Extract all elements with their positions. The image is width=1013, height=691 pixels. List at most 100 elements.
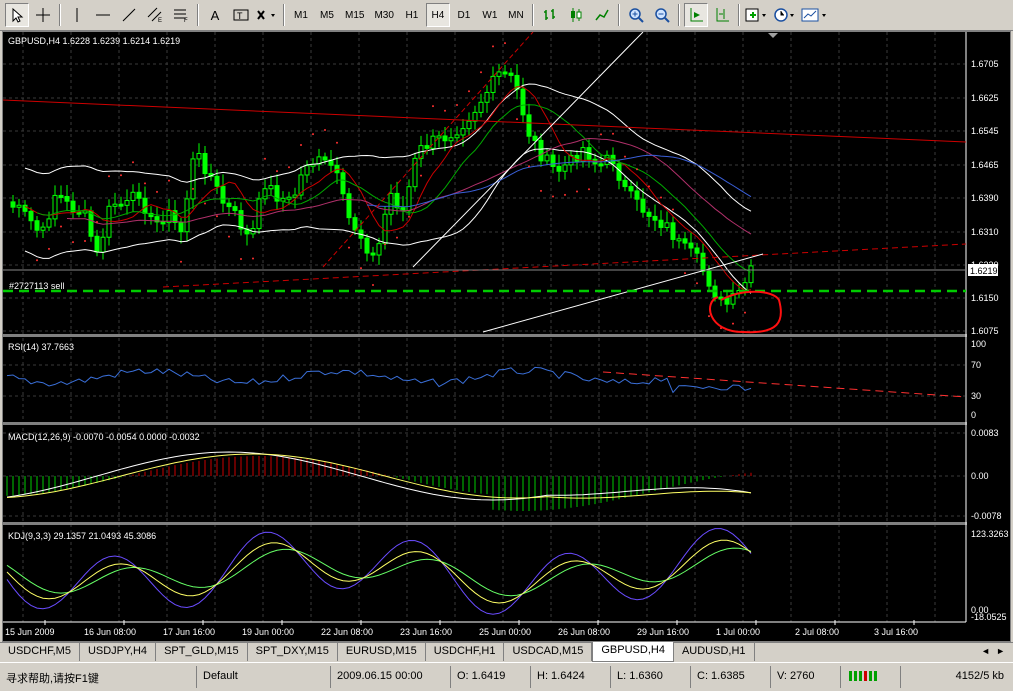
candle-body — [436, 135, 442, 139]
indicators-dropdown-button[interactable] — [744, 3, 770, 27]
candle-body — [406, 186, 412, 212]
macd-tick-label: -0.0078 — [971, 511, 1002, 521]
fibonacci-icon: F — [174, 9, 188, 23]
cursor-arrow-icon — [12, 7, 24, 23]
timeframe-mn-button[interactable]: MN — [504, 3, 528, 27]
toolbar-separator — [617, 4, 620, 26]
chart-tab[interactable]: USDJPY,H4 — [80, 643, 157, 661]
status-high: H: 1.6424 — [530, 666, 610, 688]
auto-scroll-icon — [690, 8, 703, 22]
connection-bars-icon — [849, 671, 877, 681]
status-profile: Default — [196, 666, 330, 688]
chart-window[interactable]: 1.6705 1.6625 1.6545 1.6465 1.6390 1.6310 1.62… — [2, 31, 1011, 642]
panel-separator[interactable] — [3, 422, 1010, 425]
sar-dot — [360, 267, 362, 270]
arrows-dropdown-button[interactable] — [255, 3, 279, 27]
cursor-tool-button[interactable] — [5, 3, 29, 27]
tab-scroll-left-icon[interactable]: ◄ — [981, 646, 990, 656]
status-datetime: 2009.06.15 00:00 — [330, 666, 450, 688]
chart-tab[interactable]: GBPUSD,H4 — [592, 642, 674, 662]
candle-body — [706, 270, 712, 287]
periods-dropdown-button[interactable] — [772, 3, 798, 27]
candle-body — [34, 220, 40, 231]
sar-dot — [612, 132, 614, 135]
sar-dot — [312, 133, 314, 136]
candle-body — [118, 203, 124, 207]
time-tick-label: 1 Jul 00:00 — [716, 627, 760, 637]
candle-body — [478, 101, 484, 113]
candle-body — [340, 172, 346, 195]
chart-tab[interactable]: SPT_GLD,M15 — [156, 643, 248, 661]
zoom-in-button[interactable] — [624, 3, 648, 27]
auto-scroll-button[interactable] — [683, 3, 708, 27]
trendline-button[interactable] — [117, 3, 141, 27]
timeframe-m1-button[interactable]: M1 — [289, 3, 313, 27]
sar-dot — [564, 193, 566, 196]
tab-scroll-right-icon[interactable]: ► — [996, 646, 1005, 656]
time-tick-label: 17 Jun 16:00 — [163, 627, 215, 637]
text-tool-button[interactable]: A — [203, 3, 227, 27]
sar-dot — [36, 259, 38, 262]
price-tick-label: 1.6705 — [971, 59, 999, 69]
candlestick-icon — [570, 8, 582, 22]
sar-dot — [648, 185, 650, 188]
timeframe-h4-button[interactable]: H4 — [425, 3, 450, 27]
connection-status[interactable] — [840, 666, 900, 688]
candle-body — [694, 247, 700, 254]
candle-body — [106, 205, 112, 238]
vertical-line-icon — [76, 8, 78, 22]
chart-shift-button[interactable] — [710, 3, 734, 27]
chart-tab[interactable]: USDCHF,H1 — [426, 643, 505, 661]
text-label-button[interactable]: T — [229, 3, 253, 27]
candle-body — [646, 211, 652, 217]
timeframe-m5-button[interactable]: M5 — [315, 3, 339, 27]
kdj-tick-label: 123.3263 — [971, 529, 1009, 539]
candle-body — [238, 210, 244, 230]
candle-body — [598, 163, 604, 167]
sar-dot — [456, 103, 458, 106]
sar-dot — [444, 109, 446, 112]
line-chart-button[interactable] — [590, 3, 614, 27]
zoom-in-icon — [629, 8, 644, 23]
horizontal-line-button[interactable] — [91, 3, 115, 27]
timeframe-m30-button[interactable]: M30 — [370, 3, 397, 27]
panel-separator[interactable] — [3, 334, 1010, 337]
status-traffic: 4152/5 kb — [900, 666, 1010, 688]
candle-body — [442, 135, 448, 142]
crosshair-tool-button[interactable] — [31, 3, 55, 27]
chart-tab[interactable]: EURUSD,M15 — [338, 643, 426, 661]
candle-body — [58, 194, 64, 198]
sar-dot — [228, 235, 230, 238]
fibonacci-button[interactable]: F — [169, 3, 193, 27]
chart-tab[interactable]: SPT_DXY,M15 — [248, 643, 338, 661]
candle-body — [22, 204, 28, 212]
status-low: L: 1.6360 — [610, 666, 690, 688]
time-tick-label: 3 Jul 16:00 — [874, 627, 918, 637]
chart-tab[interactable]: USDCAD,M15 — [504, 643, 593, 661]
sar-dot — [156, 190, 158, 193]
vertical-line-button[interactable] — [65, 3, 89, 27]
panel-separator[interactable] — [3, 522, 1010, 525]
sar-dot — [636, 168, 638, 171]
sar-dot — [696, 282, 698, 285]
candlestick-chart-button[interactable] — [564, 3, 588, 27]
timeframe-m15-button[interactable]: M15 — [341, 3, 368, 27]
status-help: 寻求帮助,请按F1键 — [6, 673, 99, 685]
chart-tab[interactable]: USDCHF,M5 — [0, 643, 80, 661]
timeframe-d1-button[interactable]: D1 — [452, 3, 476, 27]
candle-body — [664, 222, 670, 228]
templates-dropdown-button[interactable] — [800, 3, 830, 27]
bar-chart-icon — [543, 9, 555, 20]
equidistant-channel-button[interactable]: E — [143, 3, 167, 27]
timeframe-h1-button[interactable]: H1 — [400, 3, 424, 27]
template-icon — [801, 8, 826, 22]
zoom-out-button[interactable] — [650, 3, 674, 27]
chart-tab[interactable]: AUDUSD,H1 — [674, 643, 755, 661]
bar-chart-button[interactable] — [538, 3, 562, 27]
candle-body — [430, 135, 436, 149]
candle-body — [370, 252, 376, 256]
sar-dot — [180, 260, 182, 263]
candle-body — [580, 147, 586, 163]
chart-canvas[interactable]: 1.6705 1.6625 1.6545 1.6465 1.6390 1.6310 1.62… — [3, 32, 1010, 641]
timeframe-w1-button[interactable]: W1 — [478, 3, 502, 27]
